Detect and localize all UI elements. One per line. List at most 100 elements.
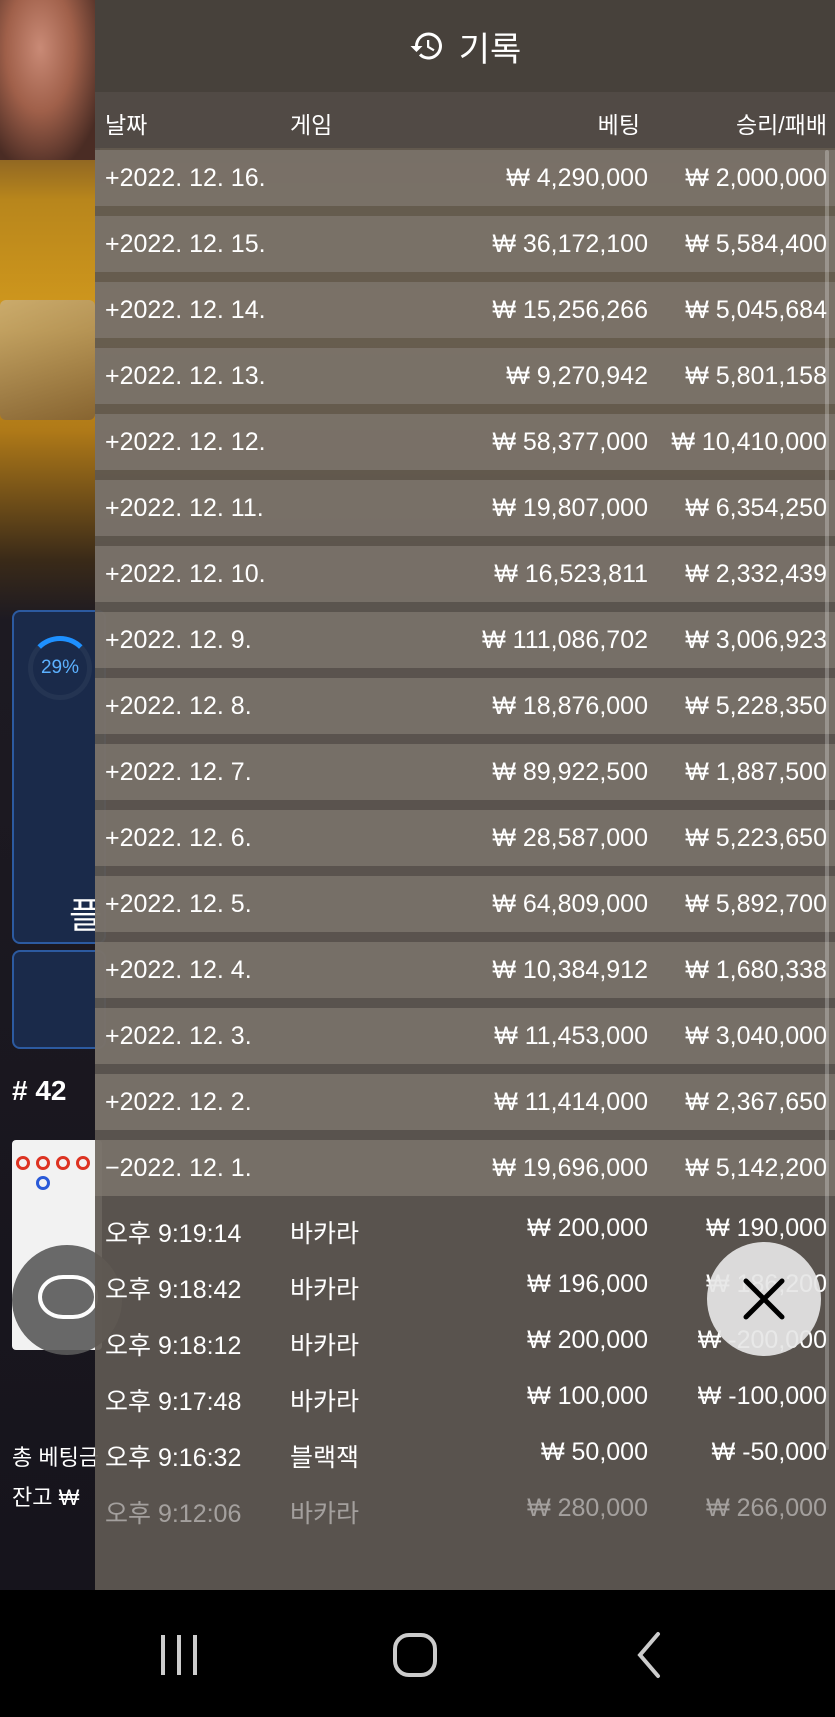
row-date: +2022. 12. 11. (105, 494, 264, 522)
home-button[interactable] (380, 1620, 450, 1690)
row-result: ₩ 3,040,000 (685, 1022, 827, 1050)
row-bet: ₩ 11,414,000 (494, 1088, 648, 1116)
day-row[interactable]: +2022. 12. 9. ₩ 111,086,702 ₩ 3,006,923 (95, 612, 835, 668)
detail-time: 오후 9:17:48 (105, 1388, 242, 1416)
column-date: 날짜 (105, 112, 148, 138)
detail-row[interactable]: 오후 9:16:32 블랙잭 ₩ 50,000 ₩ -50,000 (95, 1426, 835, 1482)
row-bet: ₩ 64,809,000 (492, 890, 648, 918)
detail-time: 오후 9:16:32 (105, 1444, 242, 1472)
detail-bet: ₩ 100,000 (527, 1382, 648, 1410)
detail-time: 오후 9:19:14 (105, 1220, 242, 1248)
bet-panel[interactable]: 29% 플 (12, 610, 106, 944)
row-date: +2022. 12. 15. (105, 230, 266, 258)
day-row[interactable]: −2022. 12. 1. ₩ 19,696,000 ₩ 5,142,200 (95, 1140, 835, 1196)
row-result: ₩ 2,000,000 (685, 164, 827, 192)
road-dot (36, 1176, 50, 1190)
row-result: ₩ 10,410,000 (671, 428, 827, 456)
panel-title: 기록 (458, 30, 522, 69)
road-dot (56, 1156, 70, 1170)
day-row[interactable]: +2022. 12. 8. ₩ 18,876,000 ₩ 5,228,350 (95, 678, 835, 734)
row-result: ₩ 1,680,338 (685, 956, 827, 984)
detail-row[interactable]: 오후 9:19:14 바카라 ₩ 200,000 ₩ 190,000 (95, 1202, 835, 1258)
day-row[interactable]: +2022. 12. 14. ₩ 15,256,266 ₩ 5,045,684 (95, 282, 835, 338)
day-row[interactable]: +2022. 12. 6. ₩ 28,587,000 ₩ 5,223,650 (95, 810, 835, 866)
close-icon (743, 1278, 785, 1320)
road-dot (16, 1156, 30, 1170)
row-result: ₩ 1,887,500 (685, 758, 827, 786)
row-bet: ₩ 19,807,000 (492, 494, 648, 522)
row-bet: ₩ 18,876,000 (492, 692, 648, 720)
day-row[interactable]: +2022. 12. 4. ₩ 10,384,912 ₩ 1,680,338 (95, 942, 835, 998)
row-date: +2022. 12. 13. (105, 362, 266, 390)
row-result: ₩ 6,354,250 (685, 494, 827, 522)
close-button[interactable] (707, 1242, 821, 1356)
detail-row[interactable]: 오후 9:17:48 바카라 ₩ 100,000 ₩ -100,000 (95, 1370, 835, 1426)
row-date: +2022. 12. 3. (105, 1022, 252, 1050)
detail-game: 바카라 (290, 1388, 360, 1416)
dealer-video (0, 0, 100, 160)
back-button[interactable] (615, 1620, 685, 1690)
row-date: +2022. 12. 7. (105, 758, 252, 786)
row-bet: ₩ 11,453,000 (494, 1022, 648, 1050)
day-row[interactable]: +2022. 12. 10. ₩ 16,523,811 ₩ 2,332,439 (95, 546, 835, 602)
row-date: +2022. 12. 4. (105, 956, 252, 984)
detail-game: 블랙잭 (290, 1444, 360, 1472)
row-date: +2022. 12. 14. (105, 296, 266, 324)
navigation-bar (0, 1590, 835, 1717)
day-row[interactable]: +2022. 12. 7. ₩ 89,922,500 ₩ 1,887,500 (95, 744, 835, 800)
column-bet: 베팅 (597, 112, 640, 138)
recent-apps-button[interactable] (145, 1620, 215, 1690)
row-date: +2022. 12. 6. (105, 824, 252, 852)
column-result: 승리/패배 (735, 112, 827, 138)
detail-bet: ₩ 196,000 (527, 1270, 648, 1298)
row-result: ₩ 5,142,200 (685, 1154, 827, 1182)
day-row[interactable]: +2022. 12. 2. ₩ 11,414,000 ₩ 2,367,650 (95, 1074, 835, 1130)
road-dot (76, 1156, 90, 1170)
detail-game: 바카라 (290, 1220, 360, 1248)
detail-game: 바카라 (290, 1276, 360, 1304)
detail-result: ₩ 190,000 (706, 1214, 827, 1242)
table-icon (38, 1275, 98, 1319)
row-bet: ₩ 19,696,000 (492, 1154, 648, 1182)
detail-bet: ₩ 200,000 (527, 1326, 648, 1354)
scrollbar[interactable] (825, 150, 829, 1450)
detail-row[interactable]: 오후 9:12:06 바카라 ₩ 280,000 ₩ 266,000 (95, 1482, 835, 1538)
detail-result: ₩ 266,000 (706, 1494, 827, 1522)
row-date: +2022. 12. 8. (105, 692, 252, 720)
detail-game: 바카라 (290, 1332, 360, 1360)
row-result: ₩ 5,228,350 (685, 692, 827, 720)
detail-time: 오후 9:18:12 (105, 1332, 242, 1360)
balance-label: 잔고 ₩ (12, 1485, 80, 1510)
card-shoe (0, 300, 95, 420)
detail-game: 바카라 (290, 1500, 360, 1528)
detail-result: ₩ -100,000 (697, 1382, 827, 1410)
row-date: +2022. 12. 9. (105, 626, 252, 654)
row-result: ₩ 5,584,400 (685, 230, 827, 258)
row-date: +2022. 12. 2. (105, 1088, 252, 1116)
bet-panel-secondary[interactable] (12, 950, 106, 1049)
detail-time: 오후 9:18:42 (105, 1276, 242, 1304)
day-row[interactable]: +2022. 12. 13. ₩ 9,270,942 ₩ 5,801,158 (95, 348, 835, 404)
day-row[interactable]: +2022. 12. 15. ₩ 36,172,100 ₩ 5,584,400 (95, 216, 835, 272)
row-bet: ₩ 16,523,811 (494, 560, 648, 588)
column-game: 게임 (290, 112, 333, 138)
total-bet-label: 총 베팅금 (12, 1445, 100, 1470)
row-date: +2022. 12. 5. (105, 890, 252, 918)
row-date: +2022. 12. 12. (105, 428, 266, 456)
row-bet: ₩ 15,256,266 (492, 296, 648, 324)
day-row[interactable]: +2022. 12. 16. ₩ 4,290,000 ₩ 2,000,000 (95, 150, 835, 206)
row-date: +2022. 12. 10. (105, 560, 266, 588)
round-number: # 42 (12, 1075, 67, 1106)
day-row[interactable]: +2022. 12. 5. ₩ 64,809,000 ₩ 5,892,700 (95, 876, 835, 932)
day-row[interactable]: +2022. 12. 12. ₩ 58,377,000 ₩ 10,410,000 (95, 414, 835, 470)
row-bet: ₩ 9,270,942 (506, 362, 648, 390)
day-row[interactable]: +2022. 12. 11. ₩ 19,807,000 ₩ 6,354,250 (95, 480, 835, 536)
detail-time: 오후 9:12:06 (105, 1500, 242, 1528)
row-result: ₩ 5,892,700 (685, 890, 827, 918)
history-icon (410, 32, 442, 60)
row-bet: ₩ 111,086,702 (482, 626, 648, 654)
day-rows: +2022. 12. 16. ₩ 4,290,000 ₩ 2,000,000 +202… (95, 150, 835, 1196)
day-row[interactable]: +2022. 12. 3. ₩ 11,453,000 ₩ 3,040,000 (95, 1008, 835, 1064)
row-result: ₩ 5,223,650 (685, 824, 827, 852)
back-icon (637, 1632, 660, 1678)
